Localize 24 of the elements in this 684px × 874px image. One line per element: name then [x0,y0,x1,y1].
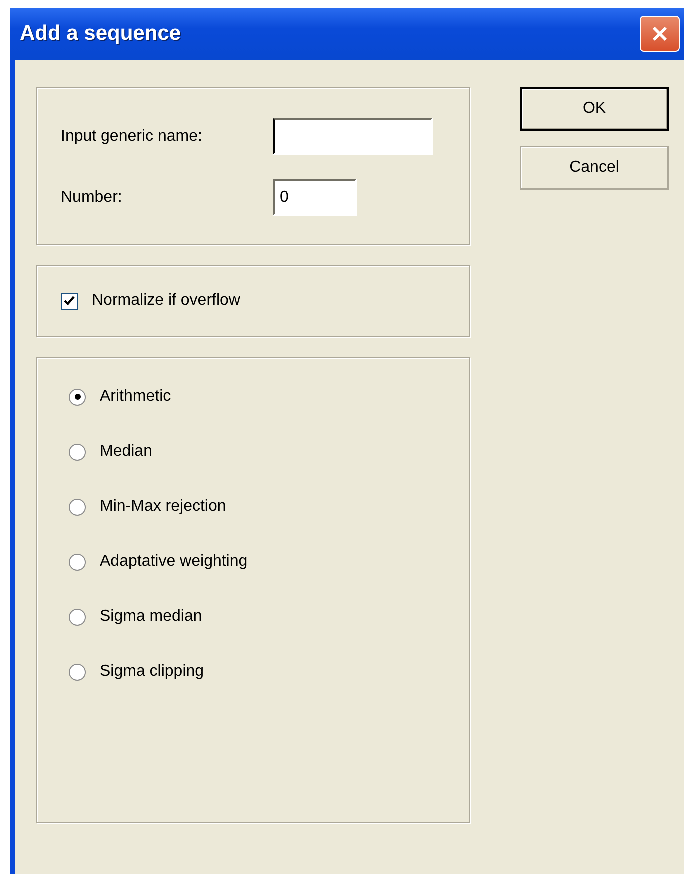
input-field[interactable] [273,118,433,155]
radio-label: Sigma median [100,608,202,626]
field-label: Number: [61,188,124,206]
close-icon [651,25,669,43]
close-button[interactable] [640,16,680,52]
radio-button[interactable] [69,498,86,516]
radio-label: Median [100,443,152,461]
radio-button[interactable] [69,608,86,626]
checkbox[interactable] [61,292,78,310]
cancel-button[interactable]: Cancel [520,146,669,190]
radio-label: Min-Max rejection [100,498,226,516]
radio-button[interactable] [69,554,86,570]
radio-button[interactable] [69,664,86,680]
radio-button[interactable] [69,388,86,406]
input-field[interactable]: 0 [273,179,357,216]
window-title: Add a sequence [19,22,182,46]
radio-button[interactable] [69,444,86,460]
ok-button[interactable]: OK [520,87,669,131]
radio-label: Sigma clipping [100,663,204,681]
check-icon [64,296,75,306]
radio-label: Arithmetic [100,388,172,406]
field-label: Input generic name: [61,128,204,146]
radio-label: Adaptative weighting [100,553,248,571]
checkbox-label: Normalize if overflow [92,292,240,310]
